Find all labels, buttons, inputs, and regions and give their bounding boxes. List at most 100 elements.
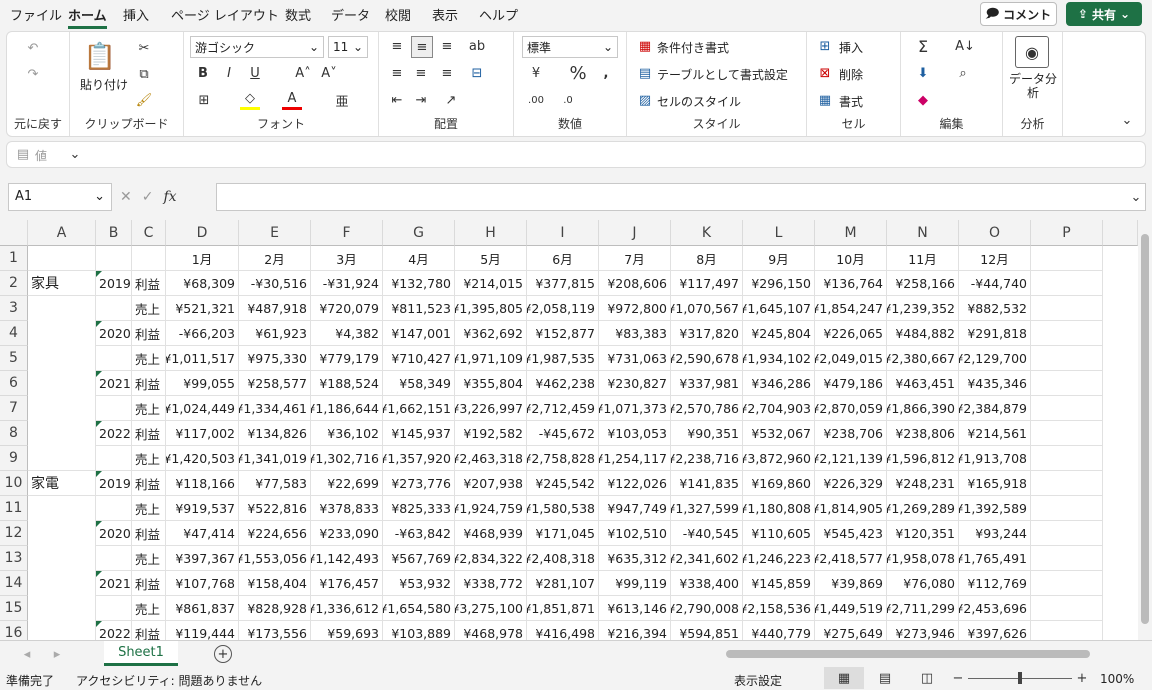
row-header-2[interactable]: 2 [0, 271, 28, 296]
value-cell[interactable]: ¥1,924,759 [455, 496, 527, 521]
column-header-a[interactable]: A [28, 220, 96, 246]
value-cell[interactable]: ¥4,382 [311, 321, 383, 346]
value-cell[interactable]: ¥468,939 [455, 521, 527, 546]
value-cell[interactable]: ¥226,065 [815, 321, 887, 346]
metric-cell[interactable]: 売上 [132, 496, 166, 521]
prev-sheet-icon[interactable]: ◂ [20, 646, 34, 662]
value-cell[interactable]: ¥145,859 [743, 571, 815, 596]
value-cell[interactable]: ¥1,395,805 [455, 296, 527, 321]
value-cell[interactable]: ¥1,011,517 [166, 346, 239, 371]
month-header[interactable]: 5月 [455, 246, 527, 271]
value-cell[interactable]: ¥3,226,997 [455, 396, 527, 421]
normal-view-icon[interactable]: ▦ [824, 667, 864, 689]
metric-cell[interactable]: 利益 [132, 421, 166, 446]
phonetic-icon[interactable]: 亜 [332, 90, 352, 110]
menu-formulas[interactable]: 数式 [285, 5, 311, 24]
cell-empty[interactable] [1031, 321, 1103, 346]
value-cell[interactable]: ¥479,186 [815, 371, 887, 396]
value-cell[interactable]: ¥192,582 [455, 421, 527, 446]
value-cell[interactable]: ¥119,444 [166, 621, 239, 640]
column-header-k[interactable]: K [671, 220, 743, 246]
menu-review[interactable]: 校閲 [385, 5, 411, 24]
year-cell[interactable] [96, 346, 132, 371]
value-cell[interactable]: ¥1,302,716 [311, 446, 383, 471]
cell-empty[interactable] [1031, 296, 1103, 321]
spreadsheet-grid[interactable]: A B C D E F G H I J K L M N O P 1 1月 2月 3月 4月 5月 6月 7月 8月 9月 10月 11… [0, 220, 1138, 640]
column-header-e[interactable]: E [239, 220, 311, 246]
orientation-icon[interactable]: ↗ [441, 90, 461, 110]
row-header-6[interactable]: 6 [0, 371, 28, 396]
horizontal-scrollbar[interactable] [726, 650, 1090, 658]
value-cell[interactable]: ¥1,449,519 [815, 596, 887, 621]
month-header[interactable]: 3月 [311, 246, 383, 271]
column-header-d[interactable]: D [166, 220, 239, 246]
value-cell[interactable]: ¥1,958,078 [887, 546, 959, 571]
value-cell[interactable]: ¥258,577 [239, 371, 311, 396]
year-cell[interactable] [96, 296, 132, 321]
year-cell[interactable] [96, 546, 132, 571]
value-cell[interactable]: ¥1,254,117 [599, 446, 671, 471]
expand-formula-icon[interactable]: ⌄ [1128, 188, 1144, 206]
value-cell[interactable]: ¥2,711,299 [887, 596, 959, 621]
cell-empty[interactable] [1031, 496, 1103, 521]
value-cell[interactable]: ¥214,015 [455, 271, 527, 296]
value-cell[interactable]: ¥207,938 [455, 471, 527, 496]
value-cell[interactable]: ¥59,693 [311, 621, 383, 640]
year-cell[interactable]: 2020 [96, 321, 132, 346]
month-header[interactable]: 9月 [743, 246, 815, 271]
data-analysis-button[interactable]: データ分析 [1007, 72, 1059, 100]
column-header-n[interactable]: N [887, 220, 959, 246]
value-cell[interactable]: ¥53,932 [383, 571, 455, 596]
category-cell[interactable] [28, 546, 96, 571]
accessibility-status[interactable]: アクセシビリティ: 問題ありません [76, 672, 262, 689]
value-cell[interactable]: ¥93,244 [959, 521, 1031, 546]
category-cell[interactable] [28, 596, 96, 621]
value-cell[interactable]: ¥136,764 [815, 271, 887, 296]
value-cell[interactable]: -¥63,842 [383, 521, 455, 546]
increase-font-icon[interactable]: A˄ [294, 63, 312, 83]
value-cell[interactable]: ¥58,349 [383, 371, 455, 396]
value-cell[interactable]: ¥2,453,696 [959, 596, 1031, 621]
value-cell[interactable]: ¥281,107 [527, 571, 599, 596]
cell-empty[interactable] [1031, 371, 1103, 396]
delete-cells-button[interactable]: 削除 [839, 66, 863, 83]
fill-color-icon[interactable]: ◇ [240, 90, 260, 110]
column-header-c[interactable]: C [132, 220, 166, 246]
metric-cell[interactable]: 利益 [132, 321, 166, 346]
vertical-scrollbar[interactable] [1138, 220, 1152, 640]
number-format-select[interactable]: 標準 ⌄ [522, 36, 618, 58]
row-header-8[interactable]: 8 [0, 421, 28, 446]
format-painter-icon[interactable]: 🖌 [134, 90, 154, 110]
value-cell[interactable]: ¥36,102 [311, 421, 383, 446]
metric-cell[interactable]: 売上 [132, 296, 166, 321]
sort-filter-icon[interactable]: A↓ [953, 36, 977, 56]
value-cell[interactable]: ¥487,918 [239, 296, 311, 321]
value-cell[interactable]: ¥238,706 [815, 421, 887, 446]
month-header[interactable]: 12月 [959, 246, 1031, 271]
month-header[interactable]: 10月 [815, 246, 887, 271]
value-cell[interactable]: ¥779,179 [311, 346, 383, 371]
month-header[interactable]: 11月 [887, 246, 959, 271]
add-sheet-icon[interactable]: + [214, 645, 232, 663]
zoom-in-icon[interactable]: + [1076, 669, 1088, 687]
cell-empty[interactable] [1031, 271, 1103, 296]
paste-button[interactable]: 貼り付け [80, 76, 128, 93]
paste-icon[interactable]: 📋 [82, 40, 118, 74]
cell-empty[interactable] [1031, 421, 1103, 446]
month-header[interactable]: 7月 [599, 246, 671, 271]
value-cell[interactable]: ¥1,239,352 [887, 296, 959, 321]
row-header-9[interactable]: 9 [0, 446, 28, 471]
format-cells-button[interactable]: 書式 [839, 93, 863, 110]
comment-button[interactable]: 🗩 コメント [980, 2, 1057, 26]
value-cell[interactable]: ¥1,334,461 [239, 396, 311, 421]
menu-file[interactable]: ファイル [10, 5, 62, 24]
month-header[interactable]: 6月 [527, 246, 599, 271]
value-cell[interactable]: ¥103,053 [599, 421, 671, 446]
value-cell[interactable]: ¥2,758,828 [527, 446, 599, 471]
insert-function-icon[interactable]: fx [163, 189, 176, 205]
column-header-l[interactable]: L [743, 220, 815, 246]
metric-cell[interactable]: 利益 [132, 271, 166, 296]
value-cell[interactable]: ¥258,166 [887, 271, 959, 296]
value-cell[interactable]: -¥45,672 [527, 421, 599, 446]
enter-icon[interactable]: ✓ [142, 189, 154, 205]
